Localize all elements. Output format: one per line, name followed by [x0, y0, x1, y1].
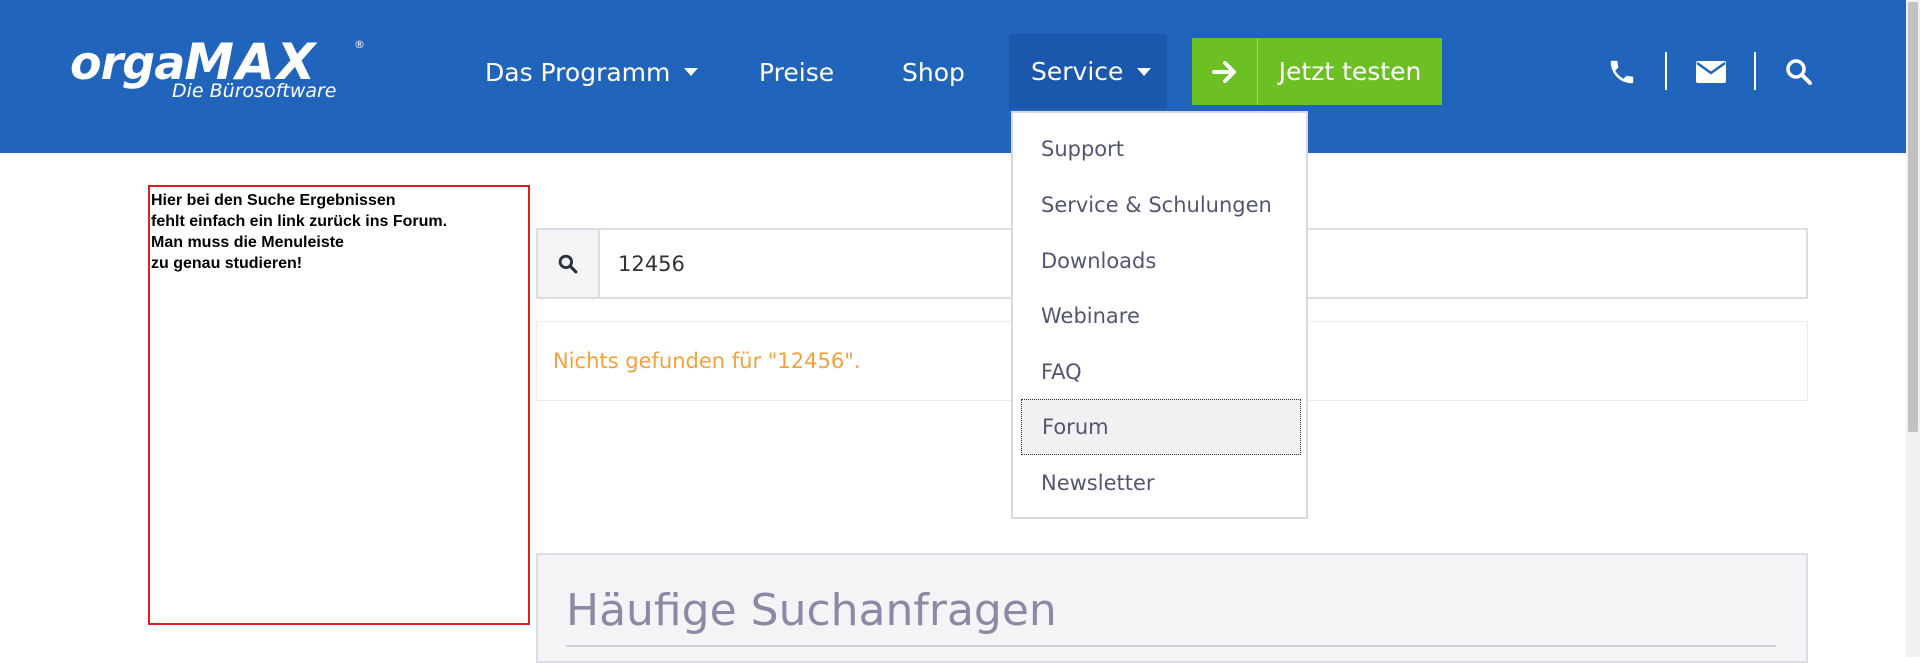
annotation-box: Hier bei den Suche Ergebnissen fehlt ein…	[148, 185, 530, 625]
header-divider	[1754, 52, 1756, 90]
search-icon[interactable]	[1779, 52, 1819, 92]
mail-icon[interactable]	[1691, 52, 1731, 92]
dropdown-item-downloads[interactable]: Downloads	[1021, 233, 1301, 289]
orgamax-logo[interactable]: orgaMAX ® Die Bürosoftware	[70, 34, 370, 104]
header-divider	[1665, 52, 1667, 90]
dropdown-item-support[interactable]: Support	[1021, 121, 1301, 177]
annotation-line: zu genau studieren!	[151, 255, 303, 272]
search-submit-button[interactable]	[538, 230, 600, 297]
faq-section-title: Häufige Suchanfragen	[566, 585, 1057, 636]
nav-label: Preise	[759, 57, 835, 87]
caret-down-icon	[1137, 67, 1152, 76]
faq-divider	[566, 645, 1776, 647]
nav-preise[interactable]: Preise	[759, 36, 834, 108]
phone-icon[interactable]	[1602, 52, 1642, 92]
dropdown-item-newsletter[interactable]: Newsletter	[1021, 455, 1301, 511]
dropdown-item-faq[interactable]: FAQ	[1021, 344, 1301, 400]
nav-service[interactable]: Service	[1009, 34, 1167, 109]
nav-label: Service	[1031, 57, 1124, 86]
jetzt-testen-button[interactable]: Jetzt testen	[1192, 38, 1442, 105]
caret-down-icon	[684, 68, 699, 76]
scrollbar-thumb[interactable]	[1908, 2, 1918, 432]
search-icon	[558, 254, 578, 273]
nav-shop[interactable]: Shop	[902, 36, 965, 108]
nav-label: Das Programm	[485, 57, 671, 87]
annotation-line: Man muss die Menuleiste	[151, 234, 344, 251]
nav-das-programm[interactable]: Das Programm	[485, 36, 699, 108]
no-results-text: Nichts gefunden für "12456".	[553, 349, 861, 373]
cta-label: Jetzt testen	[1278, 57, 1422, 86]
dropdown-item-webinare[interactable]: Webinare	[1021, 288, 1301, 344]
faq-section: Häufige Suchanfragen	[536, 553, 1808, 663]
arrow-right-icon	[1192, 38, 1258, 105]
logo-brand-left: orga	[70, 36, 185, 90]
nav-label: Shop	[902, 57, 965, 87]
service-dropdown-menu: Support Service & Schulungen Downloads W…	[1011, 111, 1308, 519]
page-scrollbar[interactable]	[1906, 0, 1920, 657]
annotation-line: Hier bei den Suche Ergebnissen	[151, 192, 396, 209]
logo-tagline: Die Bürosoftware	[172, 80, 337, 102]
annotation-line: fehlt einfach ein link zurück ins Forum.	[151, 213, 448, 230]
dropdown-item-forum[interactable]: Forum	[1021, 399, 1301, 455]
site-header: orgaMAX ® Die Bürosoftware Das Programm …	[0, 0, 1906, 153]
dropdown-item-service-schulungen[interactable]: Service & Schulungen	[1021, 177, 1301, 233]
logo-registered-mark: ®	[354, 38, 365, 51]
